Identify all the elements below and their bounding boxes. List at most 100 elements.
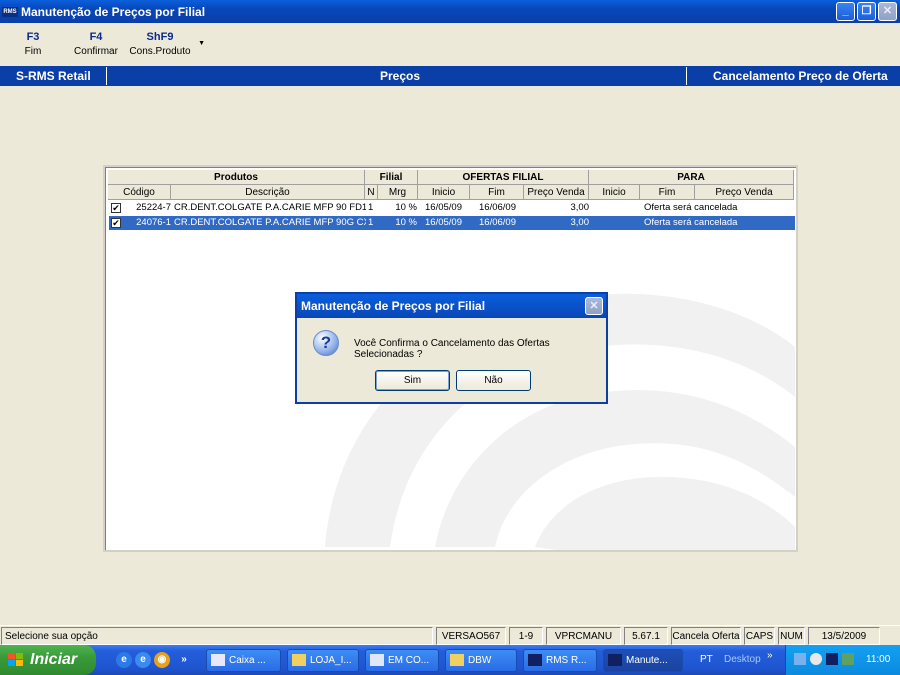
dialog-title: Manutenção de Preços por Filial xyxy=(301,299,486,313)
col-para-preco-venda[interactable]: Preço Venda xyxy=(695,185,794,200)
col-fim[interactable]: Fim xyxy=(470,185,524,200)
f3-fim-button[interactable]: F3 Fim xyxy=(20,31,46,57)
taskbar-button-label: DBW xyxy=(468,655,492,666)
cell-para-status: Oferta será cancelada xyxy=(644,202,738,213)
start-label: Iniciar xyxy=(30,651,78,668)
clock[interactable]: 11:00 xyxy=(866,654,890,665)
no-button[interactable]: Não xyxy=(456,370,531,391)
col-preco-venda[interactable]: Preço Venda xyxy=(524,185,589,200)
col-inicio[interactable]: Inicio xyxy=(418,185,470,200)
divider xyxy=(686,67,687,85)
status-bar: Selecione sua opção VERSAO567 1-9 VPRCMA… xyxy=(0,625,900,645)
taskbar-button-em-co[interactable]: EM CO... xyxy=(365,649,439,672)
taskbar-button-label: RMS R... xyxy=(546,655,587,666)
more-chevron-icon[interactable]: » xyxy=(767,650,773,661)
table-row-selected[interactable]: ✔ 24076-1 CR.DENT.COLGATE P.A.CARIE MFP … xyxy=(109,216,795,230)
status-message: Selecione sua opção xyxy=(1,627,433,645)
system-tray: 11:00 xyxy=(785,645,900,675)
header-ofertas-filial: OFERTAS FILIAL xyxy=(418,170,589,185)
dialog-close-button[interactable]: ✕ xyxy=(585,297,603,315)
cell-preco-venda: 3,00 xyxy=(570,217,590,228)
header-filial: Filial xyxy=(365,170,418,185)
shf9-cons-produto-button[interactable]: ShF9 Cons.Produto ▼ xyxy=(129,31,205,57)
toolbar-key: ShF9 xyxy=(146,31,174,43)
col-codigo[interactable]: Código xyxy=(108,185,171,200)
media-icon[interactable]: ◉ xyxy=(154,652,170,668)
close-button[interactable]: ✕ xyxy=(878,2,897,21)
window-title: Manutenção de Preços por Filial xyxy=(21,4,206,19)
folder-icon xyxy=(292,654,306,666)
col-n[interactable]: N xyxy=(365,185,378,200)
desktop-toolbar[interactable]: Desktop xyxy=(724,654,761,665)
header-para: PARA xyxy=(589,170,794,185)
start-button[interactable]: Iniciar xyxy=(0,645,96,675)
volume-icon[interactable] xyxy=(810,653,822,665)
module-header-band: S-RMS Retail Preços Cancelamento Preço d… xyxy=(0,66,900,86)
divider xyxy=(106,67,107,85)
toolbar-label: Confirmar xyxy=(74,46,118,57)
cell-n: 1 xyxy=(368,217,374,228)
status-program: VPRCMANU xyxy=(546,627,621,645)
f4-confirmar-button[interactable]: F4 Confirmar xyxy=(73,31,119,57)
taskbar-button-loja[interactable]: LOJA_I... xyxy=(287,649,359,672)
taskbar-button-label: Caixa ... xyxy=(229,655,266,666)
taskbar-button-label: EM CO... xyxy=(388,655,430,666)
minimize-button[interactable]: _ xyxy=(836,2,855,21)
browser-icon[interactable]: e xyxy=(135,652,151,668)
cell-para-status: Oferta será cancelada xyxy=(644,217,738,228)
document-icon xyxy=(370,654,384,666)
status-version: VERSAO567 xyxy=(436,627,506,645)
toolbar-key: F3 xyxy=(26,31,40,43)
more-chevron-icon[interactable]: » xyxy=(176,652,192,668)
cell-n: 1 xyxy=(368,202,374,213)
status-caps: CAPS xyxy=(744,627,775,645)
row-checkbox[interactable]: ✔ xyxy=(111,218,121,228)
col-descricao[interactable]: Descrição xyxy=(171,185,365,200)
rms-tray-icon[interactable] xyxy=(826,653,838,665)
cell-inicio: 16/05/09 xyxy=(425,202,462,213)
cell-descricao: CR.DENT.COLGATE P.A.CARIE MFP 90G CX1 xyxy=(174,217,366,228)
windows-flag-icon xyxy=(8,653,24,667)
cell-mrg: 10 % xyxy=(395,217,417,228)
toolbar-label: Cons.Produto xyxy=(129,46,191,57)
status-action: Cancela Oferta xyxy=(671,627,741,645)
table-row[interactable]: ✔ 25224-7 CR.DENT.COLGATE P.A.CARIE MFP … xyxy=(109,201,795,215)
rms-app-icon xyxy=(608,654,622,666)
cell-codigo: 24076-1 xyxy=(136,217,171,228)
app-icon: RMS xyxy=(2,6,18,17)
cell-fim: 16/06/09 xyxy=(479,202,516,213)
mail-icon xyxy=(211,654,225,666)
taskbar-button-label: LOJA_I... xyxy=(310,655,352,666)
cell-fim: 16/06/09 xyxy=(479,217,516,228)
taskbar-button-rms[interactable]: RMS R... xyxy=(523,649,597,672)
status-num: NUM xyxy=(778,627,805,645)
folder-icon xyxy=(450,654,464,666)
dialog-title-bar[interactable]: Manutenção de Preços por Filial ✕ xyxy=(297,294,606,318)
network-icon[interactable] xyxy=(794,653,806,665)
security-icon[interactable] xyxy=(842,653,854,665)
row-checkbox[interactable]: ✔ xyxy=(111,203,121,213)
col-para-inicio[interactable]: Inicio xyxy=(589,185,640,200)
rms-app-icon xyxy=(528,654,542,666)
maximize-button[interactable]: ❐ xyxy=(857,2,876,21)
taskbar-button-dbw[interactable]: DBW xyxy=(445,649,517,672)
toolbar-label: Fim xyxy=(24,46,42,57)
status-date: 13/5/2009 xyxy=(808,627,880,645)
col-mrg[interactable]: Mrg xyxy=(378,185,418,200)
yes-button[interactable]: Sim xyxy=(375,370,450,391)
language-indicator[interactable]: PT xyxy=(700,654,713,665)
system-name: S-RMS Retail xyxy=(16,69,91,83)
confirm-dialog: Manutenção de Preços por Filial ✕ ? Você… xyxy=(295,292,608,404)
taskbar-button-caixa[interactable]: Caixa ... xyxy=(206,649,281,672)
windows-taskbar: Iniciar e e ◉ » Caixa ... LOJA_I... EM C… xyxy=(0,645,900,675)
status-range: 1-9 xyxy=(509,627,543,645)
toolbar-key: F4 xyxy=(89,31,103,43)
module-name: Preços xyxy=(380,69,421,83)
col-para-fim[interactable]: Fim xyxy=(640,185,695,200)
taskbar-button-manutencao-active[interactable]: Manute... xyxy=(603,649,683,672)
dropdown-arrow-icon[interactable]: ▼ xyxy=(198,40,205,47)
cell-mrg: 10 % xyxy=(395,202,417,213)
window-title-bar[interactable]: RMS Manutenção de Preços por Filial _ ❐ … xyxy=(0,0,900,23)
dialog-message: Você Confirma o Cancelamento das Ofertas… xyxy=(354,338,550,360)
desktop-icon[interactable]: e xyxy=(116,652,132,668)
